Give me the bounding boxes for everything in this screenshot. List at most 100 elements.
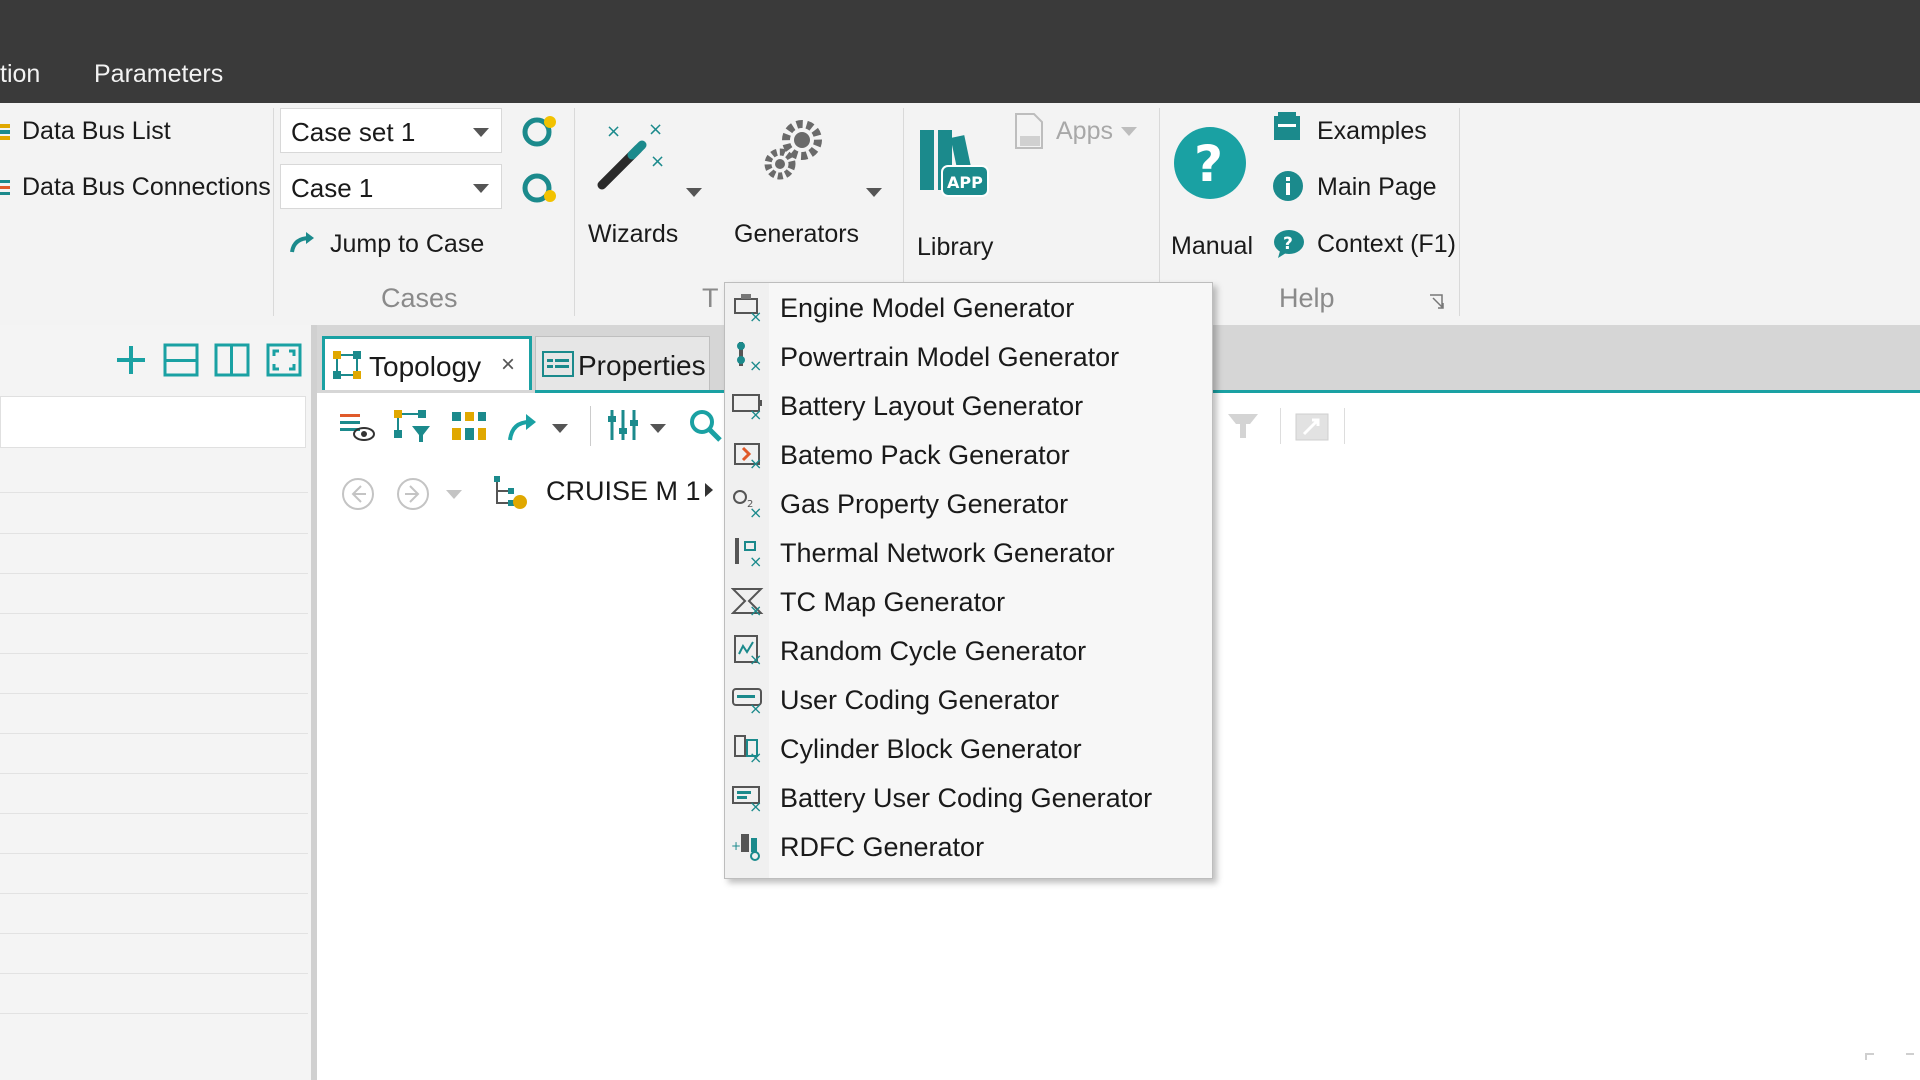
data-bus-list-icon <box>0 124 10 140</box>
examples-button[interactable]: Examples <box>1317 117 1427 146</box>
visibility-filter-icon[interactable] <box>338 410 376 444</box>
menu-item-random-cycle-generator[interactable]: × Random Cycle Generator <box>725 626 1212 675</box>
tab-properties[interactable]: Properties <box>535 336 710 390</box>
zoom-icon[interactable] <box>688 408 724 444</box>
engine-generator-icon: × <box>734 294 762 323</box>
tab-topology[interactable]: Topology × <box>322 336 532 390</box>
add-icon[interactable] <box>114 343 148 377</box>
library-app-icon[interactable]: APP <box>916 126 992 202</box>
redo-dropdown-icon[interactable] <box>552 424 568 433</box>
breadcrumb-model[interactable]: CRUISE M 1 <box>546 476 701 507</box>
menu-item-label: RDFC Generator <box>780 832 985 862</box>
main-page-button[interactable]: Main Page <box>1317 173 1437 202</box>
svg-text:×: × <box>650 151 665 172</box>
jump-arrow-icon <box>290 232 314 253</box>
split-horizontal-icon[interactable] <box>163 343 199 377</box>
menu-item-label: Cylinder Block Generator <box>780 734 1082 764</box>
list-row-divider <box>0 853 308 854</box>
svg-text:×: × <box>749 356 762 372</box>
list-row-divider <box>0 613 308 614</box>
case-set-select[interactable]: Case set 1 <box>280 108 502 153</box>
manual-help-icon[interactable]: ? <box>1172 125 1248 201</box>
menu-item-gas-property-generator[interactable]: 2 × Gas Property Generator <box>725 479 1212 528</box>
help-group-label: Help <box>1279 283 1335 313</box>
library-button[interactable]: Library <box>917 233 993 262</box>
case-edit-icon[interactable] <box>520 168 560 208</box>
svg-text:×: × <box>749 650 762 666</box>
menu-item-user-coding-generator[interactable]: × User Coding Generator <box>725 675 1212 724</box>
wizards-button[interactable]: Wizards <box>588 220 678 249</box>
menu-item-label: Engine Model Generator <box>780 293 1075 323</box>
case-select[interactable]: Case 1 <box>280 164 502 209</box>
back-icon[interactable] <box>340 476 376 512</box>
menu-item-engine-model-generator[interactable]: × Engine Model Generator <box>725 283 1212 332</box>
dialog-launcher-icon[interactable] <box>1428 293 1446 311</box>
examples-icon <box>1274 112 1300 140</box>
left-panel-filter-input[interactable] <box>0 396 306 448</box>
svg-text:×: × <box>606 121 621 142</box>
topology-icon <box>333 351 361 379</box>
case-set-value: Case set 1 <box>291 117 416 147</box>
toolbar-separator <box>1280 408 1281 444</box>
menu-item-label: User Coding Generator <box>780 685 1060 715</box>
redo-arrow-icon[interactable] <box>506 410 538 444</box>
menu-tab-partial[interactable]: tion <box>0 60 40 89</box>
menu-item-powertrain-model-generator[interactable]: × Powertrain Model Generator <box>725 332 1212 381</box>
history-dropdown-icon[interactable] <box>446 490 462 499</box>
sliders-dropdown-icon[interactable] <box>650 424 666 433</box>
list-row-divider <box>0 813 308 814</box>
svg-text:+: + <box>731 839 741 853</box>
generators-dropdown-menu: × Engine Model Generator × Powertrain Mo… <box>724 282 1213 879</box>
layout-icon[interactable] <box>450 410 488 444</box>
sliders-icon[interactable] <box>606 406 640 444</box>
list-row-divider <box>0 973 308 974</box>
menu-item-tc-map-generator[interactable]: × TC Map Generator <box>725 577 1212 626</box>
case-value: Case 1 <box>291 173 374 203</box>
menu-item-battery-layout-generator[interactable]: × Battery Layout Generator <box>725 381 1212 430</box>
tab-properties-label: Properties <box>578 350 706 381</box>
gears-icon[interactable] <box>758 114 830 186</box>
apps-button[interactable]: Apps <box>1056 117 1113 146</box>
thermal-network-generator-icon: × <box>735 538 762 568</box>
model-tree-icon <box>494 476 527 509</box>
wizard-wand-icon[interactable]: × × × <box>592 115 672 195</box>
close-icon[interactable]: × <box>501 351 515 379</box>
menu-item-label: Battery User Coding Generator <box>780 783 1153 813</box>
maximize-icon[interactable] <box>266 343 302 377</box>
gas-property-generator-icon: 2 × <box>733 490 762 519</box>
menu-item-thermal-network-generator[interactable]: × Thermal Network Generator <box>725 528 1212 577</box>
menu-item-batemo-pack-generator[interactable]: × Batemo Pack Generator <box>725 430 1212 479</box>
toolbar-separator <box>1344 408 1345 444</box>
info-icon <box>1273 171 1303 201</box>
resize-grip-icon <box>1865 1053 1914 1060</box>
disabled-export-icon <box>1295 413 1329 441</box>
apps-dropdown-icon[interactable] <box>1121 127 1137 136</box>
menu-item-rdfc-generator[interactable]: + RDFC Generator <box>725 822 1212 871</box>
list-row-divider <box>0 893 308 894</box>
context-help-icon: ? <box>1274 230 1304 258</box>
svg-text:×: × <box>749 405 762 421</box>
wizards-dropdown-icon[interactable] <box>686 188 702 197</box>
case-set-edit-icon[interactable] <box>520 112 560 152</box>
svg-text:×: × <box>648 119 663 140</box>
manual-button[interactable]: Manual <box>1171 232 1253 261</box>
data-bus-connections-button[interactable]: Data Bus Connections <box>22 173 271 202</box>
data-bus-list-button[interactable]: Data Bus List <box>22 117 171 146</box>
breadcrumb-chevron-icon[interactable] <box>705 483 713 497</box>
generators-button[interactable]: Generators <box>734 220 859 249</box>
menu-item-battery-user-coding-generator[interactable]: × Battery User Coding Generator <box>725 773 1212 822</box>
apps-icon <box>1015 113 1043 149</box>
svg-text:×: × <box>749 454 762 470</box>
split-vertical-icon[interactable] <box>214 343 250 377</box>
menu-item-label: Random Cycle Generator <box>780 636 1087 666</box>
menu-tab-parameters[interactable]: Parameters <box>94 60 223 89</box>
ribbon-separator <box>273 108 274 316</box>
cases-group-label: Cases <box>381 283 458 313</box>
menu-item-cylinder-block-generator[interactable]: × Cylinder Block Generator <box>725 724 1212 773</box>
forward-icon[interactable] <box>395 476 431 512</box>
cylinder-block-generator-icon: × <box>734 735 762 764</box>
generators-dropdown-icon[interactable] <box>866 188 882 197</box>
context-help-button[interactable]: Context (F1) <box>1317 230 1456 259</box>
topology-filter-icon[interactable] <box>392 408 432 444</box>
jump-to-case-button[interactable]: Jump to Case <box>330 230 484 259</box>
